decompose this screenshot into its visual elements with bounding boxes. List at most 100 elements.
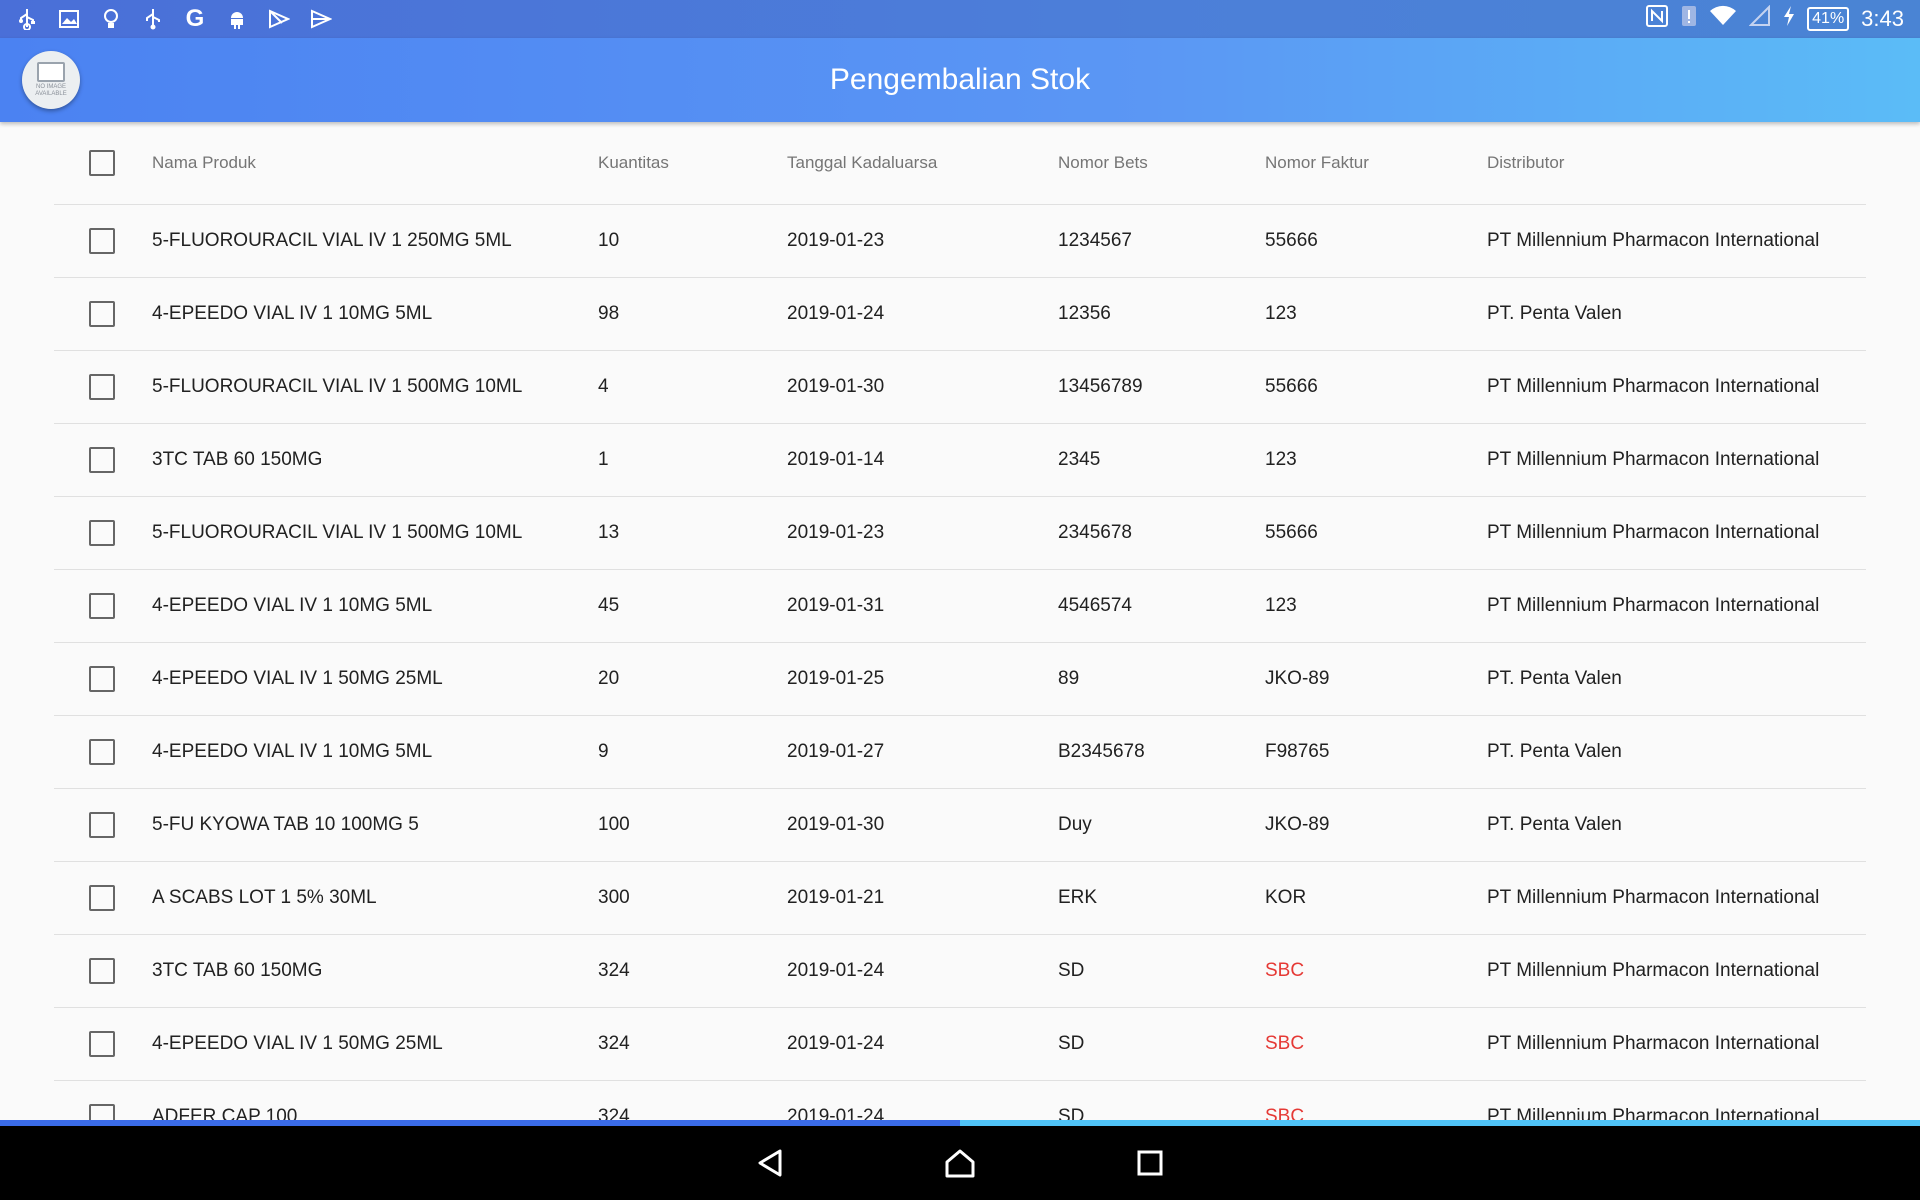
clock: 3:43 [1861, 6, 1904, 31]
row-checkbox[interactable] [89, 885, 115, 911]
product-name: A SCABS LOT 1 5% 30ML [152, 887, 377, 908]
distributor-name: PT Millennium Pharmacon International [1487, 887, 1820, 908]
row-checkbox[interactable] [89, 520, 115, 546]
table-row[interactable]: 4-EPEEDO VIAL IV 1 10MG 5ML 98 2019-01-24 1… [54, 278, 1866, 351]
table-row[interactable]: 4-EPEEDO VIAL IV 1 50MG 25ML 324 2019-01-2… [54, 1008, 1866, 1081]
product-name: 4-EPEEDO VIAL IV 1 10MG 5ML [152, 595, 433, 616]
distributor-name: PT. Penta Valen [1487, 303, 1622, 324]
battery-icon: 41% [1807, 7, 1850, 31]
distributor-name: PT Millennium Pharmacon International [1487, 595, 1820, 616]
invoice-number: JKO-89 [1265, 668, 1330, 689]
quantity: 4 [598, 376, 609, 397]
navigation-bar [0, 1126, 1920, 1200]
batch-number: SD [1058, 1033, 1085, 1054]
table-row[interactable]: 4-EPEEDO VIAL IV 1 10MG 5ML 9 2019-01-27 B2… [54, 716, 1866, 789]
avatar-placeholder-text: NO IMAGE AVAILABLE [35, 84, 67, 97]
header-expiry[interactable]: Tanggal Kadaluarsa [787, 122, 937, 204]
product-name: 4-EPEEDO VIAL IV 1 10MG 5ML [152, 303, 433, 324]
alert-icon [1681, 4, 1697, 34]
batch-number: 4546574 [1058, 595, 1132, 616]
expiry-date: 2019-01-23 [787, 230, 885, 251]
invoice-number: 123 [1265, 449, 1297, 470]
select-all-checkbox[interactable] [89, 150, 115, 176]
expiry-date: 2019-01-24 [787, 303, 885, 324]
invoice-number: 55666 [1265, 522, 1318, 543]
row-checkbox[interactable] [89, 1031, 115, 1057]
batch-number: B2345678 [1058, 741, 1145, 762]
header-batch[interactable]: Nomor Bets [1058, 122, 1148, 204]
nfc-icon [1645, 4, 1669, 34]
expiry-date: 2019-01-24 [787, 1033, 885, 1054]
invoice-number: KOR [1265, 887, 1307, 908]
recents-icon[interactable] [1130, 1143, 1170, 1183]
row-checkbox[interactable] [89, 228, 115, 254]
batch-number: ERK [1058, 887, 1098, 908]
expiry-date: 2019-01-30 [787, 814, 885, 835]
page-title: Pengembalian Stok [829, 63, 1091, 96]
row-checkbox[interactable] [89, 374, 115, 400]
table-header: Nama Produk Kuantitas Tanggal Kadaluarsa… [54, 122, 1866, 205]
avatar[interactable]: NO IMAGE AVAILABLE [22, 51, 80, 109]
expiry-date: 2019-01-21 [787, 887, 885, 908]
stock-return-table: Nama Produk Kuantitas Tanggal Kadaluarsa… [54, 122, 1866, 1154]
table-row[interactable]: 5-FLUOROURACIL VIAL IV 1 250MG 5ML 10 2019… [54, 205, 1866, 278]
quantity: 10 [598, 230, 620, 251]
row-checkbox[interactable] [89, 593, 115, 619]
batch-number: 2345678 [1058, 522, 1132, 543]
signal-icon [1748, 4, 1771, 33]
distributor-name: PT Millennium Pharmacon International [1487, 449, 1820, 470]
batch-number: Duy [1058, 814, 1092, 835]
expiry-date: 2019-01-30 [787, 376, 885, 397]
invoice-number: F98765 [1265, 741, 1330, 762]
row-checkbox[interactable] [89, 666, 115, 692]
table-row[interactable]: 4-EPEEDO VIAL IV 1 10MG 5ML 45 2019-01-31 4… [54, 570, 1866, 643]
product-name: 5-FLUOROURACIL VIAL IV 1 500MG 10ML [152, 522, 523, 543]
header-product[interactable]: Nama Produk [152, 122, 256, 204]
header-distributor[interactable]: Distributor [1487, 122, 1564, 204]
row-checkbox[interactable] [89, 739, 115, 765]
header-quantity[interactable]: Kuantitas [598, 122, 669, 204]
distributor-name: PT Millennium Pharmacon International [1487, 522, 1820, 543]
table-body: 5-FLUOROURACIL VIAL IV 1 250MG 5ML 10 2019… [54, 205, 1866, 1154]
row-checkbox[interactable] [89, 447, 115, 473]
product-name: 5-FU KYOWA TAB 10 100MG 5 [152, 814, 419, 835]
table-row[interactable]: A SCABS LOT 1 5% 30ML 300 2019-01-21 ERK KOR… [54, 862, 1866, 935]
invoice-number: 55666 [1265, 230, 1318, 251]
home-icon[interactable] [940, 1143, 980, 1183]
distributor-name: PT Millennium Pharmacon International [1487, 376, 1820, 397]
quantity: 324 [598, 960, 630, 981]
table-row[interactable]: 4-EPEEDO VIAL IV 1 50MG 25ML 20 2019-01-25… [54, 643, 1866, 716]
table-row[interactable]: 5-FU KYOWA TAB 10 100MG 5 100 2019-01-30 Du… [54, 789, 1866, 862]
header-invoice[interactable]: Nomor Faktur [1265, 122, 1369, 204]
charging-icon [1783, 5, 1795, 33]
batch-number: 89 [1058, 668, 1080, 689]
row-checkbox[interactable] [89, 301, 115, 327]
distributor-name: PT. Penta Valen [1487, 741, 1622, 762]
usb-debug-icon [142, 8, 164, 30]
batch-number: 12356 [1058, 303, 1111, 324]
table-row[interactable]: 5-FLUOROURACIL VIAL IV 1 500MG 10ML 4 2019… [54, 351, 1866, 424]
status-bar: G 41% 3:43 [0, 0, 1920, 38]
quantity: 324 [598, 1033, 630, 1054]
product-name: 3TC TAB 60 150MG [152, 449, 323, 470]
quantity: 300 [598, 887, 630, 908]
invoice-number: 123 [1265, 303, 1297, 324]
distributor-name: PT Millennium Pharmacon International [1487, 230, 1820, 251]
expiry-date: 2019-01-24 [787, 960, 885, 981]
back-icon[interactable] [750, 1143, 790, 1183]
quantity: 13 [598, 522, 620, 543]
table-row[interactable]: 3TC TAB 60 150MG 324 2019-01-24 SD SBC PT Mil… [54, 935, 1866, 1008]
quantity: 9 [598, 741, 609, 762]
quantity: 45 [598, 595, 620, 616]
row-checkbox[interactable] [89, 958, 115, 984]
product-name: 4-EPEEDO VIAL IV 1 50MG 25ML [152, 1033, 443, 1054]
android-icon [226, 8, 248, 30]
product-name: 5-FLUOROURACIL VIAL IV 1 250MG 5ML [152, 230, 512, 251]
invoice-number: 123 [1265, 595, 1297, 616]
table-row[interactable]: 3TC TAB 60 150MG 1 2019-01-14 2345 123 PT Mil… [54, 424, 1866, 497]
batch-number: 13456789 [1058, 376, 1143, 397]
invoice-number: SBC [1265, 1033, 1305, 1054]
table-row[interactable]: 5-FLUOROURACIL VIAL IV 1 500MG 10ML 13 201… [54, 497, 1866, 570]
notification-icons: G [16, 0, 332, 38]
row-checkbox[interactable] [89, 812, 115, 838]
